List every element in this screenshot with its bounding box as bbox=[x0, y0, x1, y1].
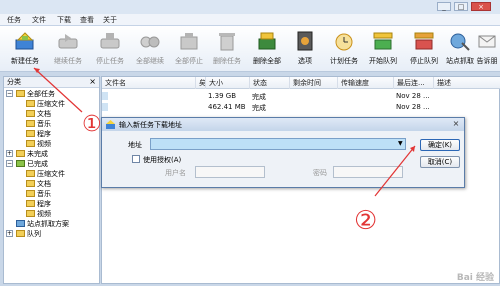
annotation-arrows bbox=[33, 67, 416, 197]
watermark: Bai 经验 bbox=[456, 273, 494, 283]
annotation-one: ① bbox=[82, 112, 102, 137]
annotation-two: ② bbox=[354, 206, 378, 236]
